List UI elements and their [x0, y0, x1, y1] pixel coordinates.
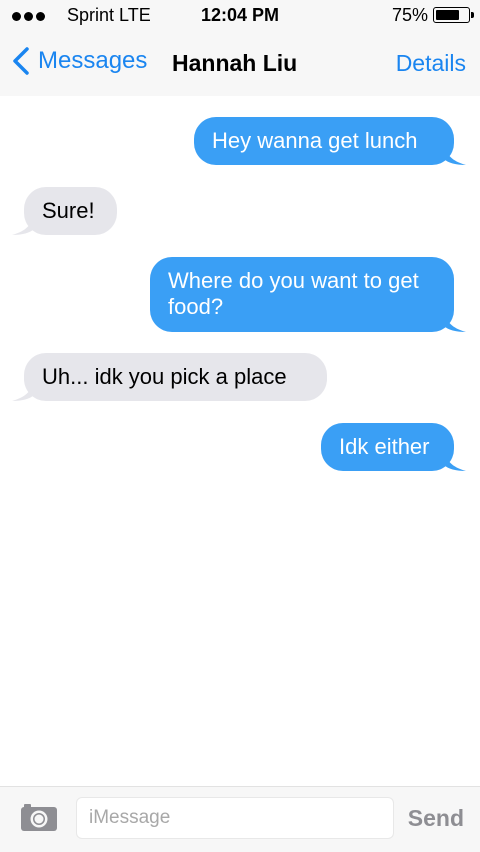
incoming-message[interactable]: Sure!: [12, 187, 117, 235]
conversation-title: Hannah Liu: [172, 50, 298, 76]
outgoing-message[interactable]: Idk either: [321, 423, 466, 471]
bubble-tail: [444, 143, 466, 165]
bubble-tail: [444, 310, 466, 332]
message-text: Hey wanna get lunch: [212, 128, 418, 153]
chevron-left-icon: [13, 47, 29, 75]
back-button[interactable]: Messages: [12, 46, 147, 76]
details-button[interactable]: Details: [396, 50, 466, 77]
bubble-tail: [12, 213, 34, 235]
message-text: Sure!: [42, 198, 95, 223]
battery-percent: 75%: [391, 5, 428, 25]
outgoing-message[interactable]: Hey wanna get lunch: [194, 117, 466, 165]
bubble-tail: [444, 449, 466, 471]
bubble-tail: [12, 379, 34, 401]
message-input-bar: Send: [0, 786, 480, 852]
outgoing-message[interactable]: Where do you want to get food?: [150, 257, 466, 332]
message-text: Where do you want to get food?: [168, 268, 419, 319]
message-text: Uh... idk you pick a place: [42, 364, 287, 389]
back-button-label: Messages: [38, 47, 148, 74]
camera-button[interactable]: [20, 802, 58, 837]
imessage-input[interactable]: [76, 797, 394, 839]
status-bar: Sprint LTE 12:04 PM 75%: [0, 0, 480, 30]
incoming-message[interactable]: Uh... idk you pick a place: [12, 353, 327, 401]
battery-fill: [436, 10, 459, 20]
navigation-bar: Messages Hannah Liu Details: [0, 30, 480, 96]
battery-icon: [433, 7, 474, 23]
camera-icon: [21, 804, 57, 831]
message-thread: Hey wanna get lunch Sure! Where do you w…: [0, 96, 480, 786]
send-button[interactable]: Send: [408, 805, 464, 832]
message-text: Idk either: [339, 434, 430, 459]
